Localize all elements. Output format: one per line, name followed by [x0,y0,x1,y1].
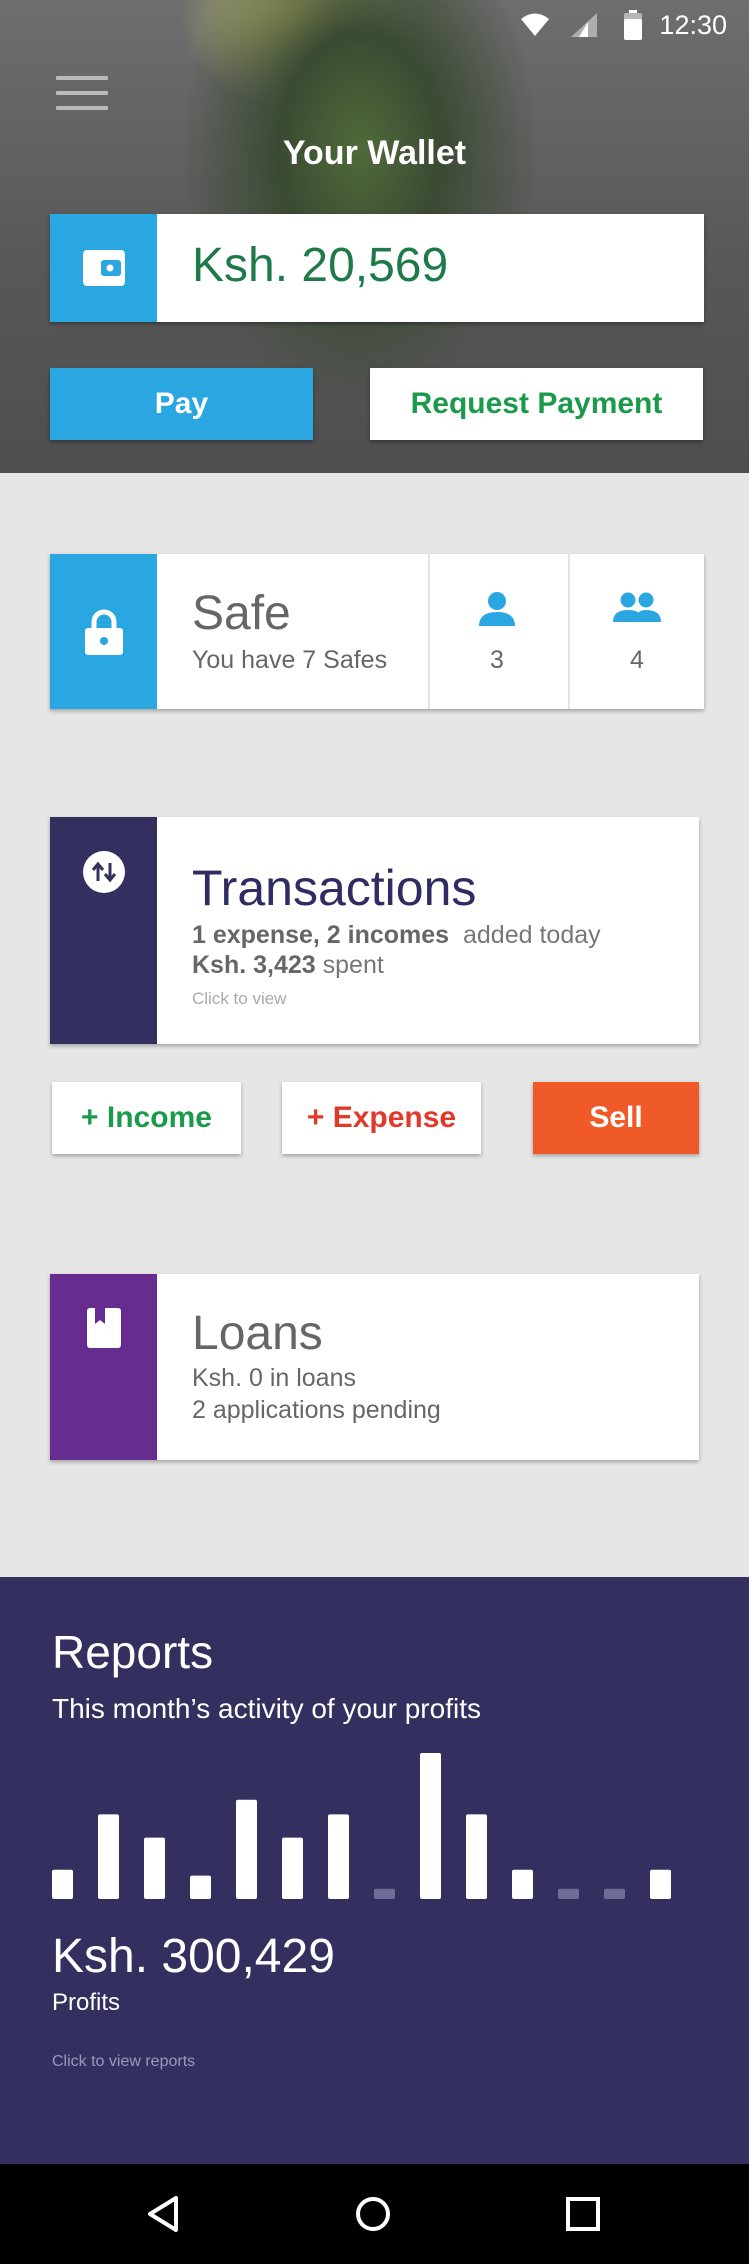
safe-title: Safe [192,587,291,640]
group-count: 4 [630,646,644,674]
hamburger-menu-icon[interactable] [56,76,108,112]
transactions-summary: 1 expense, 2 incomes added today [192,921,601,949]
profit-bar-13 [604,1888,625,1899]
add-expense-button[interactable]: + Expense [282,1082,481,1154]
safe-person-count[interactable]: 3 [428,554,564,709]
reports-hint: Click to view reports [52,2053,196,2070]
balance-card: Ksh. 20,569 [50,214,704,322]
profit-bar-3 [144,1837,165,1899]
system-nav-bar [0,2164,749,2264]
profit-bar-10 [466,1814,487,1899]
profit-bar-6 [282,1837,303,1899]
profit-bar-14 [650,1869,671,1899]
loans-amount: Ksh. 0 in loans [192,1364,356,1392]
profit-bar-12 [558,1888,579,1899]
transactions-title: Transactions [192,860,477,916]
battery-icon [624,10,642,40]
profit-bar-11 [512,1869,533,1899]
reports-total-label: Profits [52,1989,121,2016]
pay-button[interactable]: Pay [50,368,313,440]
transactions-card[interactable]: Transactions 1 expense, 2 incomes added … [50,817,699,1044]
request-payment-button[interactable]: Request Payment [370,368,703,440]
reports-section[interactable]: Reports This month’s activity of your pr… [0,1577,749,2164]
add-income-button[interactable]: + Income [52,1082,241,1154]
safe-card[interactable]: Safe You have 7 Safes 3 4 [50,554,704,709]
person-count: 3 [490,646,504,674]
back-icon[interactable] [138,2188,190,2240]
profit-bar-2 [98,1814,119,1899]
swap-vertical-icon [82,851,125,893]
status-time: 12:30 [659,10,727,40]
wallet-header: 12:30 Your Wallet Ksh. 20,569 Pay Reques… [0,0,749,473]
profit-bar-9 [420,1753,441,1899]
profit-bar-5 [236,1799,257,1899]
page-title: Your Wallet [282,134,467,172]
profit-bar-4 [190,1875,211,1899]
recents-icon[interactable] [557,2188,609,2240]
reports-total: Ksh. 300,429 [52,1930,335,1983]
safe-group-count[interactable]: 4 [568,554,704,709]
signal-icon [571,13,597,37]
sell-button[interactable]: Sell [533,1082,699,1154]
transactions-card-strip [50,817,157,1044]
transactions-spent: Ksh. 3,423 spent [192,951,384,979]
profit-bar-1 [52,1869,73,1899]
book-icon [86,1308,121,1348]
person-icon [479,592,515,626]
profit-bar-8 [374,1888,395,1899]
group-icon [613,592,661,622]
status-bar: 12:30 [0,0,749,52]
loans-title: Loans [192,1307,323,1360]
wifi-icon [521,13,549,36]
wallet-icon [50,214,157,322]
loans-card-strip [50,1274,157,1460]
safe-subtitle: You have 7 Safes [192,646,388,674]
loans-pending: 2 applications pending [192,1396,441,1424]
profit-bar-chart [52,1753,671,1899]
lock-icon [84,609,123,655]
home-icon[interactable] [347,2188,399,2240]
balance-value: Ksh. 20,569 [192,239,449,292]
loans-card[interactable]: Loans Ksh. 0 in loans 2 applications pen… [50,1274,699,1460]
transactions-hint: Click to view [192,989,287,1008]
safe-card-strip [50,554,157,709]
profit-bar-7 [328,1814,349,1899]
